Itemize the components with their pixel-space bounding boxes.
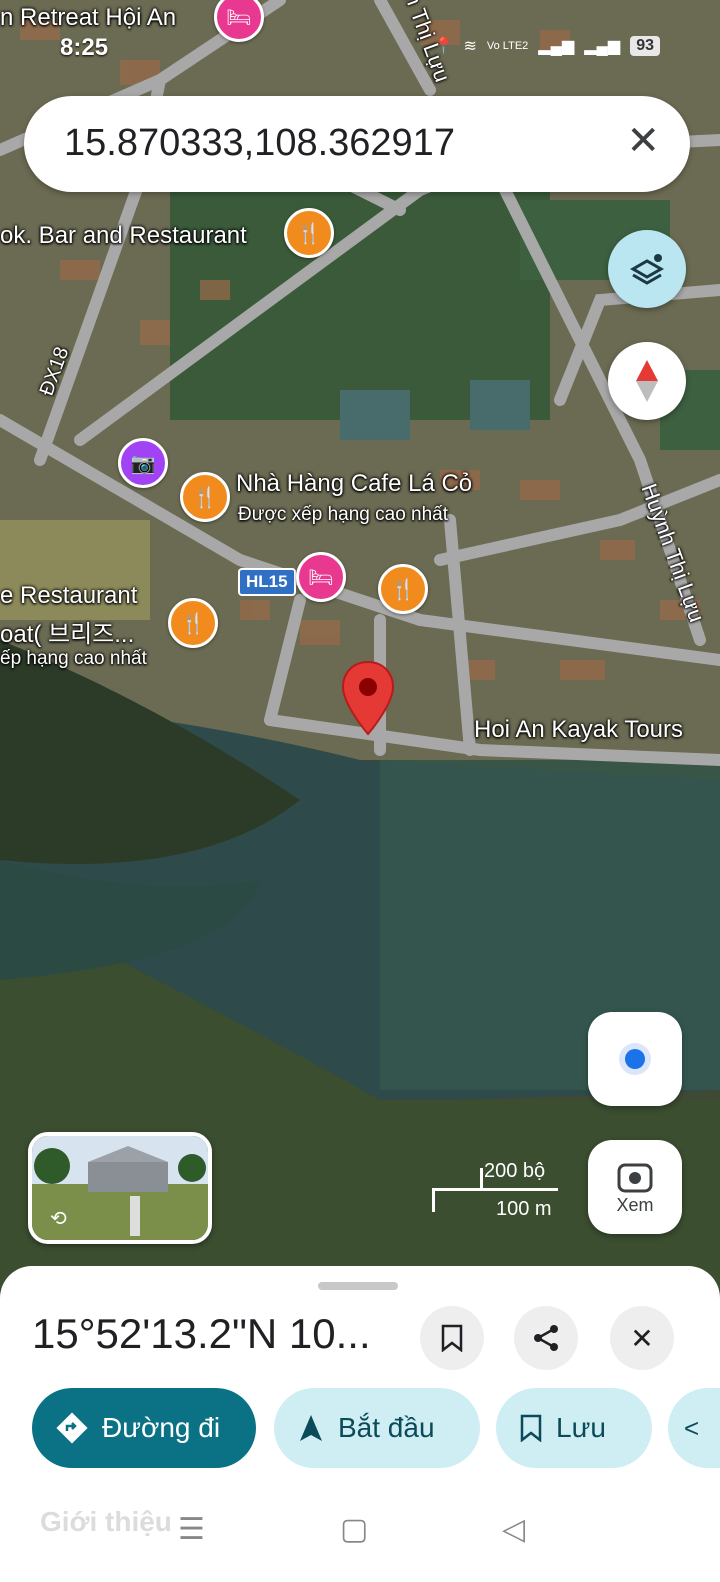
action-chips: Đường đi Bắt đầu Lưu <: [0, 1388, 720, 1468]
signal-icon: ▂▄▆: [538, 38, 575, 55]
lens-view-button[interactable]: Xem: [588, 1140, 682, 1234]
layers-button[interactable]: [608, 230, 686, 308]
compass-icon: [636, 360, 658, 402]
directions-label: Đường đi: [102, 1412, 221, 1443]
poi-label-cafe[interactable]: Nhà Hàng Cafe Lá Cỏ: [236, 470, 472, 498]
close-icon: ✕: [630, 1322, 654, 1354]
close-sheet-button[interactable]: ✕: [610, 1306, 674, 1370]
share-button[interactable]: <: [668, 1388, 720, 1468]
directions-button[interactable]: Đường đi: [32, 1388, 256, 1468]
restaurant-pin-icon[interactable]: 🍴: [180, 472, 230, 522]
navigation-arrow-icon: [300, 1415, 322, 1441]
signal-icon: ▂▄▆: [584, 38, 621, 55]
system-nav-bar: ☰ ▢ ◁: [0, 1502, 720, 1562]
layers-icon: [629, 254, 665, 285]
back-icon[interactable]: ◁: [502, 1512, 525, 1547]
restaurant-pin-icon[interactable]: 🍴: [168, 598, 218, 648]
poi-rating-cafe: Được xếp hạng cao nhất: [238, 504, 449, 525]
place-bottom-sheet[interactable]: 15°52'13.2"N 10... ✕ Đường đi Bắt đầu Lư…: [0, 1266, 720, 1582]
scale-feet: 200 bộ: [484, 1160, 546, 1182]
my-location-button[interactable]: [588, 1012, 682, 1106]
photo-pin-icon[interactable]: 📷: [118, 438, 168, 488]
my-location-icon: [619, 1043, 651, 1075]
location-icon: 📍: [433, 38, 454, 55]
poi-label-left-restaurant[interactable]: e Restaurant: [0, 582, 137, 610]
wifi-icon: ≋: [463, 38, 477, 55]
home-icon[interactable]: ▢: [340, 1512, 368, 1547]
start-navigation-button[interactable]: Bắt đầu: [274, 1388, 480, 1468]
scale-meters: 100 m: [496, 1198, 552, 1220]
share-icon: <: [684, 1412, 700, 1443]
road-badge-hl15: HL15: [238, 568, 296, 596]
hotel-pin-icon[interactable]: 🛏: [296, 552, 346, 602]
map-scale: 200 bộ 100 m: [432, 1160, 562, 1220]
place-coordinates: 15°52'13.2"N 10...: [32, 1310, 371, 1357]
street-view-rotate-icon: ⟲: [50, 1208, 67, 1230]
clear-search-icon[interactable]: ✕: [626, 118, 660, 164]
lens-view-label: Xem: [616, 1194, 654, 1215]
status-bar: 8:25 📍 ≋ Vo LTE2 ▂▄▆ ▂▄▆ 93: [0, 0, 720, 90]
sheet-drag-handle[interactable]: [318, 1282, 398, 1290]
bookmark-icon: [520, 1414, 542, 1442]
location-marker-icon[interactable]: [340, 660, 396, 736]
start-label: Bắt đầu: [338, 1412, 435, 1443]
save-icon-button[interactable]: [420, 1306, 484, 1370]
battery-level: 93: [630, 36, 660, 56]
camera-lens-icon: [617, 1163, 653, 1192]
street-view-thumbnail[interactable]: ⟲: [28, 1132, 212, 1244]
bookmark-icon: [441, 1324, 463, 1352]
poi-label-bar-restaurant[interactable]: ok. Bar and Restaurant: [0, 222, 247, 250]
share-icon-button[interactable]: [514, 1306, 578, 1370]
restaurant-pin-icon[interactable]: 🍴: [378, 564, 428, 614]
network-label: Vo LTE2: [486, 39, 529, 52]
directions-icon: [56, 1412, 88, 1444]
compass-button[interactable]: [608, 342, 686, 420]
share-icon: [534, 1325, 558, 1351]
status-time: 8:25: [60, 34, 109, 61]
poi-label-kayak[interactable]: Hoi An Kayak Tours: [474, 716, 683, 744]
poi-label-left-boat[interactable]: oat( 브리즈...: [0, 614, 134, 649]
restaurant-pin-icon[interactable]: 🍴: [284, 208, 334, 258]
poi-rating-left: ếp hạng cao nhất: [0, 648, 147, 669]
status-icons: 📍 ≋ Vo LTE2 ▂▄▆ ▂▄▆ 93: [434, 36, 660, 56]
recents-icon[interactable]: ☰: [178, 1512, 205, 1547]
save-label: Lưu: [556, 1412, 606, 1443]
search-query[interactable]: 15.870333,108.362917: [64, 122, 455, 165]
save-button[interactable]: Lưu: [496, 1388, 652, 1468]
search-bar[interactable]: 15.870333,108.362917 ✕: [24, 96, 690, 192]
